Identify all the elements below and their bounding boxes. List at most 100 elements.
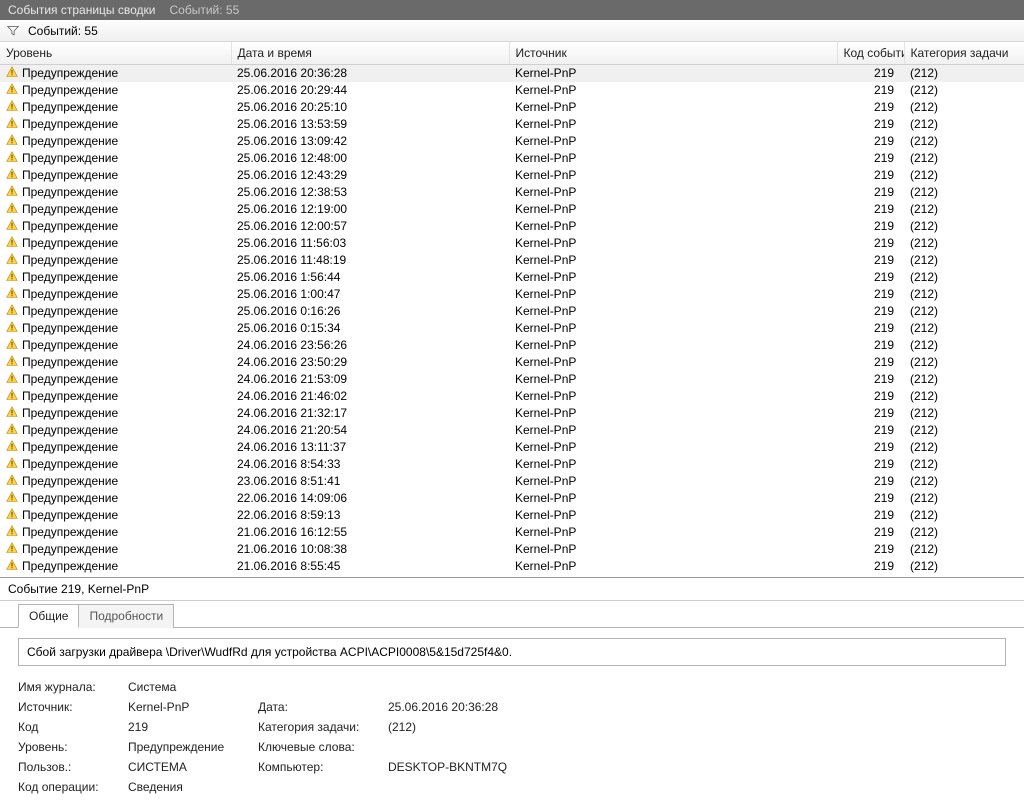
- cell-source: Kernel-PnP: [509, 235, 837, 252]
- date-value: 25.06.2016 20:36:28: [388, 700, 588, 714]
- table-row[interactable]: Предупреждение25.06.2016 11:48:19Kernel-…: [0, 252, 1024, 269]
- filter-icon[interactable]: [6, 24, 20, 38]
- table-row[interactable]: Предупреждение24.06.2016 21:53:09Kernel-…: [0, 371, 1024, 388]
- cell-datetime: 25.06.2016 13:09:42: [231, 133, 509, 150]
- cell-code: 219: [837, 524, 904, 541]
- cell-code: 219: [837, 82, 904, 99]
- warning-icon: [6, 168, 18, 183]
- table-row[interactable]: Предупреждение25.06.2016 20:36:28Kernel-…: [0, 65, 1024, 82]
- cell-category: (212): [904, 456, 1024, 473]
- cell-category: (212): [904, 541, 1024, 558]
- cell-source: Kernel-PnP: [509, 150, 837, 167]
- cell-category: (212): [904, 388, 1024, 405]
- col-header-source[interactable]: Источник: [509, 42, 837, 65]
- table-row[interactable]: Предупреждение25.06.2016 1:56:44Kernel-P…: [0, 269, 1024, 286]
- cell-datetime: 25.06.2016 20:29:44: [231, 82, 509, 99]
- cell-level: Предупреждение: [22, 389, 118, 403]
- col-header-code[interactable]: Код события: [837, 42, 904, 65]
- cell-category: (212): [904, 133, 1024, 150]
- cell-category: (212): [904, 218, 1024, 235]
- table-row[interactable]: Предупреждение25.06.2016 13:09:42Kernel-…: [0, 133, 1024, 150]
- cell-category: (212): [904, 558, 1024, 575]
- table-row[interactable]: Предупреждение21.06.2016 10:08:38Kernel-…: [0, 541, 1024, 558]
- cell-code: 219: [837, 116, 904, 133]
- warning-icon: [6, 542, 18, 557]
- table-row[interactable]: Предупреждение24.06.2016 13:11:37Kernel-…: [0, 439, 1024, 456]
- cell-datetime: 21.06.2016 8:55:45: [231, 558, 509, 575]
- table-row[interactable]: Предупреждение23.06.2016 8:51:41Kernel-P…: [0, 473, 1024, 490]
- cell-datetime: 24.06.2016 21:20:54: [231, 422, 509, 439]
- tab-details[interactable]: Подробности: [78, 604, 174, 628]
- category-label: Категория задачи:: [258, 720, 378, 734]
- table-row[interactable]: Предупреждение24.06.2016 23:50:29Kernel-…: [0, 354, 1024, 371]
- cell-code: 219: [837, 303, 904, 320]
- cell-datetime: 24.06.2016 21:53:09: [231, 371, 509, 388]
- warning-icon: [6, 525, 18, 540]
- cell-code: 219: [837, 541, 904, 558]
- cell-category: (212): [904, 116, 1024, 133]
- table-row[interactable]: Предупреждение24.06.2016 21:20:54Kernel-…: [0, 422, 1024, 439]
- table-row[interactable]: Предупреждение25.06.2016 0:15:34Kernel-P…: [0, 320, 1024, 337]
- cell-level: Предупреждение: [22, 508, 118, 522]
- category-value: (212): [388, 720, 588, 734]
- table-row[interactable]: Предупреждение25.06.2016 13:53:59Kernel-…: [0, 116, 1024, 133]
- table-row[interactable]: Предупреждение25.06.2016 20:25:10Kernel-…: [0, 99, 1024, 116]
- cell-category: (212): [904, 269, 1024, 286]
- table-row[interactable]: Предупреждение22.06.2016 14:09:06Kernel-…: [0, 490, 1024, 507]
- cell-datetime: 22.06.2016 8:59:13: [231, 507, 509, 524]
- col-header-category[interactable]: Категория задачи: [904, 42, 1024, 65]
- warning-icon: [6, 185, 18, 200]
- cell-datetime: 24.06.2016 8:54:33: [231, 456, 509, 473]
- cell-level: Предупреждение: [22, 185, 118, 199]
- table-row[interactable]: Предупреждение24.06.2016 21:46:02Kernel-…: [0, 388, 1024, 405]
- cell-source: Kernel-PnP: [509, 184, 837, 201]
- cell-datetime: 22.06.2016 14:09:06: [231, 490, 509, 507]
- table-row[interactable]: Предупреждение25.06.2016 12:00:57Kernel-…: [0, 218, 1024, 235]
- cell-category: (212): [904, 65, 1024, 82]
- cell-source: Kernel-PnP: [509, 218, 837, 235]
- warning-icon: [6, 83, 18, 98]
- cell-category: (212): [904, 82, 1024, 99]
- col-header-level[interactable]: Уровень: [0, 42, 231, 65]
- warning-icon: [6, 559, 18, 574]
- warning-icon: [6, 270, 18, 285]
- table-row[interactable]: Предупреждение24.06.2016 21:32:17Kernel-…: [0, 405, 1024, 422]
- table-row[interactable]: Предупреждение25.06.2016 0:16:26Kernel-P…: [0, 303, 1024, 320]
- cell-datetime: 25.06.2016 1:56:44: [231, 269, 509, 286]
- cell-category: (212): [904, 286, 1024, 303]
- table-row[interactable]: Предупреждение22.06.2016 8:59:13Kernel-P…: [0, 507, 1024, 524]
- cell-category: (212): [904, 439, 1024, 456]
- source-value: Kernel-PnP: [128, 700, 248, 714]
- tab-general[interactable]: Общие: [18, 604, 79, 628]
- cell-category: (212): [904, 405, 1024, 422]
- col-header-datetime[interactable]: Дата и время: [231, 42, 509, 65]
- cell-level: Предупреждение: [22, 457, 118, 471]
- cell-level: Предупреждение: [22, 236, 118, 250]
- warning-icon: [6, 236, 18, 251]
- table-row[interactable]: Предупреждение25.06.2016 12:19:00Kernel-…: [0, 201, 1024, 218]
- cell-level: Предупреждение: [22, 559, 118, 573]
- opcode-label: Код операции:: [18, 780, 118, 794]
- cell-code: 219: [837, 218, 904, 235]
- cell-source: Kernel-PnP: [509, 303, 837, 320]
- cell-source: Kernel-PnP: [509, 133, 837, 150]
- cell-code: 219: [837, 456, 904, 473]
- table-row[interactable]: Предупреждение25.06.2016 12:43:29Kernel-…: [0, 167, 1024, 184]
- table-row[interactable]: Предупреждение25.06.2016 20:29:44Kernel-…: [0, 82, 1024, 99]
- table-row[interactable]: Предупреждение24.06.2016 23:56:26Kernel-…: [0, 337, 1024, 354]
- table-row[interactable]: Предупреждение21.06.2016 8:55:45Kernel-P…: [0, 558, 1024, 575]
- cell-code: 219: [837, 422, 904, 439]
- cell-code: 219: [837, 337, 904, 354]
- table-row[interactable]: Предупреждение21.06.2016 16:12:55Kernel-…: [0, 524, 1024, 541]
- cell-source: Kernel-PnP: [509, 541, 837, 558]
- table-row[interactable]: Предупреждение25.06.2016 1:00:47Kernel-P…: [0, 286, 1024, 303]
- warning-icon: [6, 355, 18, 370]
- cell-level: Предупреждение: [22, 355, 118, 369]
- cell-source: Kernel-PnP: [509, 405, 837, 422]
- cell-code: 219: [837, 133, 904, 150]
- warning-icon: [6, 457, 18, 472]
- table-row[interactable]: Предупреждение24.06.2016 8:54:33Kernel-P…: [0, 456, 1024, 473]
- table-row[interactable]: Предупреждение25.06.2016 11:56:03Kernel-…: [0, 235, 1024, 252]
- table-row[interactable]: Предупреждение25.06.2016 12:38:53Kernel-…: [0, 184, 1024, 201]
- table-row[interactable]: Предупреждение25.06.2016 12:48:00Kernel-…: [0, 150, 1024, 167]
